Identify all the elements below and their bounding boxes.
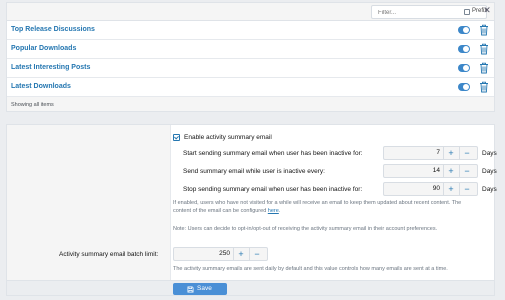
- list-item-link[interactable]: Popular Downloads: [11, 45, 76, 52]
- trash-icon[interactable]: [479, 62, 489, 74]
- configure-link[interactable]: here: [268, 208, 279, 214]
- decrement-button[interactable]: −: [460, 165, 474, 177]
- increment-button[interactable]: +: [444, 147, 458, 159]
- stop-inactive-label: Stop sending summary email when user has…: [183, 186, 363, 193]
- toggle-on-icon[interactable]: [458, 45, 470, 53]
- send-every-value[interactable]: 14: [386, 167, 440, 174]
- prefix-checkbox[interactable]: [464, 9, 470, 15]
- batch-limit-stepper: 250 + −: [173, 247, 268, 261]
- summary-hint-line1: If enabled, users who have not visited f…: [173, 200, 462, 206]
- opt-in-note: Note: Users can decide to opt-in/opt-out…: [173, 226, 438, 232]
- unit-label: Days: [482, 168, 497, 175]
- list-item-link[interactable]: Latest Interesting Posts: [11, 64, 90, 71]
- list-item-link[interactable]: Latest Downloads: [11, 83, 71, 90]
- stop-inactive-value[interactable]: 90: [386, 185, 440, 192]
- batch-limit-value[interactable]: 250: [176, 250, 230, 257]
- filter-box: Prefix: [371, 5, 487, 19]
- list-footer: Showing all items: [6, 97, 495, 112]
- trash-icon[interactable]: [479, 81, 489, 93]
- toggle-on-icon[interactable]: [458, 26, 470, 34]
- filter-bar: Prefix ✕: [6, 2, 495, 20]
- list-item-link[interactable]: Top Release Discussions: [11, 26, 95, 33]
- start-inactive-value[interactable]: 7: [386, 149, 440, 156]
- start-inactive-label: Start sending summary email when user ha…: [183, 150, 363, 157]
- save-button-label: Save: [197, 285, 212, 292]
- save-icon: [187, 286, 194, 293]
- send-every-label: Send summary email while user is inactiv…: [183, 168, 325, 175]
- start-inactive-stepper: 7 + −: [383, 146, 478, 160]
- save-button[interactable]: Save: [173, 283, 227, 295]
- list-item: Popular Downloads: [7, 40, 494, 59]
- list-footer-text: Showing all items: [11, 102, 54, 108]
- list-item: Latest Interesting Posts: [7, 59, 494, 78]
- decrement-button[interactable]: −: [460, 147, 474, 159]
- unit-label: Days: [482, 186, 497, 193]
- submit-bar: Save: [7, 280, 494, 295]
- increment-button[interactable]: +: [234, 248, 248, 260]
- list-item: Top Release Discussions: [7, 21, 494, 40]
- enable-summary-label: Enable activity summary email: [184, 134, 272, 141]
- options-form: Enable activity summary email Start send…: [6, 124, 497, 296]
- trash-icon[interactable]: [479, 24, 489, 36]
- unit-label: Days: [482, 150, 497, 157]
- increment-button[interactable]: +: [444, 165, 458, 177]
- toggle-on-icon[interactable]: [458, 83, 470, 91]
- clear-filter-button[interactable]: ✕: [481, 4, 493, 16]
- list-item: Latest Downloads: [7, 78, 494, 97]
- increment-button[interactable]: +: [444, 183, 458, 195]
- send-every-stepper: 14 + −: [383, 164, 478, 178]
- decrement-button[interactable]: −: [250, 248, 264, 260]
- widget-list: Top Release Discussions Popular Download…: [6, 20, 495, 97]
- batch-limit-hint: The activity summary emails are sent dai…: [173, 266, 448, 272]
- batch-limit-label: Activity summary email batch limit:: [59, 251, 159, 258]
- trash-icon[interactable]: [479, 43, 489, 55]
- summary-hint-line2: content of the email can be configured h…: [173, 208, 281, 214]
- toggle-on-icon[interactable]: [458, 64, 470, 72]
- decrement-button[interactable]: −: [460, 183, 474, 195]
- stop-inactive-stepper: 90 + −: [383, 182, 478, 196]
- enable-summary-checkbox[interactable]: [173, 134, 180, 141]
- filter-input[interactable]: [378, 7, 458, 18]
